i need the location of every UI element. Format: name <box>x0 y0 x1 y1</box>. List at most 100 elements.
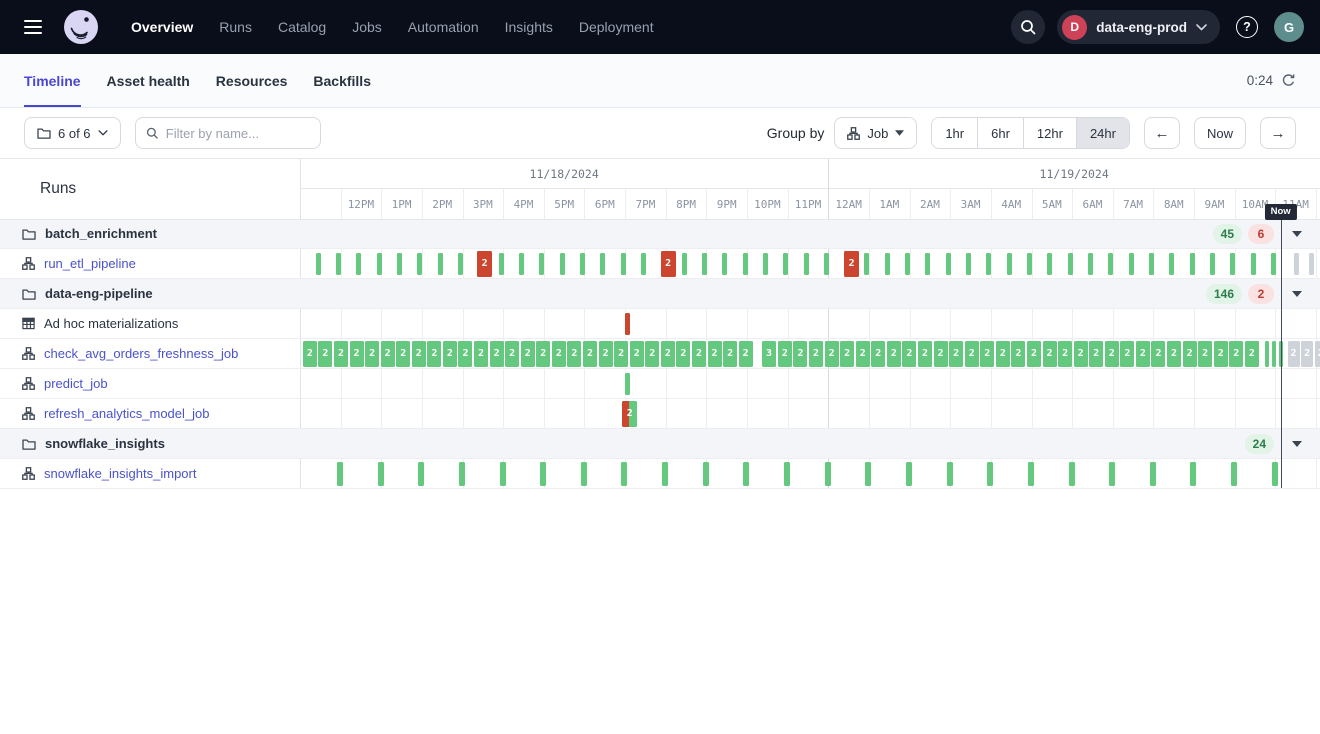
tab-backfills[interactable]: Backfills <box>313 54 371 107</box>
run-bar[interactable]: 2 <box>645 341 659 367</box>
run-bar[interactable] <box>621 253 626 275</box>
run-bar[interactable]: 2 <box>552 341 566 367</box>
run-bar[interactable] <box>1309 253 1314 275</box>
run-bar[interactable] <box>743 462 749 486</box>
run-bar[interactable]: 2 <box>661 251 676 277</box>
run-bar[interactable]: 2 <box>1315 341 1320 367</box>
run-bar[interactable] <box>1251 253 1256 275</box>
run-bar[interactable]: 2 <box>1151 341 1165 367</box>
run-bar[interactable]: 2 <box>474 341 488 367</box>
run-bar[interactable]: 2 <box>934 341 948 367</box>
run-bar[interactable] <box>417 253 422 275</box>
run-bar[interactable] <box>560 253 565 275</box>
run-bar[interactable] <box>1271 253 1276 275</box>
run-bar[interactable]: 2 <box>303 341 317 367</box>
run-bar[interactable] <box>905 253 910 275</box>
run-bar[interactable] <box>519 253 524 275</box>
run-bar[interactable] <box>1294 253 1299 275</box>
run-bar[interactable] <box>1129 253 1134 275</box>
run-bar[interactable]: 2 <box>1229 341 1243 367</box>
run-bar[interactable]: 2 <box>778 341 792 367</box>
run-bar[interactable]: 2 <box>1027 341 1041 367</box>
run-bar[interactable]: 2 <box>381 341 395 367</box>
run-bar[interactable] <box>946 253 951 275</box>
run-bar[interactable] <box>885 253 890 275</box>
run-bar[interactable]: 2 <box>965 341 979 367</box>
run-bar[interactable]: 2 <box>1183 341 1197 367</box>
previous-range-button[interactable]: ← <box>1144 117 1180 149</box>
run-bar[interactable]: 2 <box>949 341 963 367</box>
run-bar[interactable] <box>743 253 748 275</box>
run-bar[interactable] <box>641 253 646 275</box>
run-bar[interactable] <box>356 253 361 275</box>
run-bar[interactable]: 2 <box>980 341 994 367</box>
run-bar[interactable]: 2 <box>458 341 472 367</box>
run-bar[interactable] <box>458 253 463 275</box>
nav-item-deployment[interactable]: Deployment <box>568 13 665 41</box>
run-bar[interactable] <box>1169 253 1174 275</box>
run-bar[interactable] <box>825 462 831 486</box>
run-bar[interactable]: 2 <box>536 341 550 367</box>
refresh-button[interactable] <box>1281 73 1296 88</box>
run-bar[interactable] <box>1190 462 1196 486</box>
nav-item-automation[interactable]: Automation <box>397 13 490 41</box>
run-bar[interactable] <box>987 462 993 486</box>
run-bar[interactable]: 2 <box>1058 341 1072 367</box>
run-bar[interactable]: 2 <box>723 341 737 367</box>
run-bar[interactable] <box>1272 462 1278 486</box>
run-bar[interactable]: 2 <box>1043 341 1057 367</box>
run-bar[interactable]: 2 <box>825 341 839 367</box>
run-bar[interactable] <box>947 462 953 486</box>
menu-icon[interactable] <box>16 10 50 44</box>
run-bar[interactable] <box>625 373 630 395</box>
run-bar[interactable] <box>1210 253 1215 275</box>
run-bar[interactable] <box>804 253 809 275</box>
run-bar[interactable] <box>499 253 504 275</box>
filter-by-name-input[interactable] <box>166 126 310 141</box>
run-bar[interactable] <box>1047 253 1052 275</box>
run-bar[interactable] <box>1068 253 1073 275</box>
run-bar[interactable] <box>1108 253 1113 275</box>
run-bar[interactable]: 2 <box>1198 341 1212 367</box>
run-bar[interactable] <box>1230 253 1235 275</box>
dagster-logo-icon[interactable] <box>62 8 100 46</box>
run-bar[interactable]: 2 <box>412 341 426 367</box>
run-bar[interactable]: 2 <box>1074 341 1088 367</box>
run-bar[interactable] <box>539 253 544 275</box>
run-bar[interactable]: 3 <box>762 341 776 367</box>
run-bar[interactable]: 2 <box>630 341 644 367</box>
run-bar[interactable] <box>580 253 585 275</box>
run-bar[interactable]: 2 <box>1301 341 1313 367</box>
run-bar[interactable] <box>864 253 869 275</box>
help-button[interactable]: ? <box>1232 16 1262 38</box>
run-bar[interactable] <box>1109 462 1115 486</box>
run-bar[interactable] <box>600 253 605 275</box>
run-bar[interactable]: 2 <box>918 341 932 367</box>
nav-item-insights[interactable]: Insights <box>494 13 564 41</box>
run-bar[interactable]: 2 <box>1011 341 1025 367</box>
run-bar[interactable] <box>316 253 321 275</box>
nav-item-jobs[interactable]: Jobs <box>341 13 393 41</box>
run-bar[interactable]: 2 <box>1120 341 1134 367</box>
range-1hr-button[interactable]: 1hr <box>932 118 977 148</box>
run-bar[interactable] <box>1069 462 1075 486</box>
run-bar[interactable]: 2 <box>443 341 457 367</box>
run-bar[interactable]: 2 <box>1214 341 1228 367</box>
run-bar[interactable] <box>702 253 707 275</box>
run-bar[interactable] <box>1007 253 1012 275</box>
run-bar[interactable]: 2 <box>809 341 823 367</box>
run-bar[interactable] <box>1088 253 1093 275</box>
run-bar[interactable] <box>1265 341 1269 367</box>
run-bar[interactable] <box>1149 253 1154 275</box>
run-bar[interactable]: 2 <box>793 341 807 367</box>
run-bar[interactable] <box>1150 462 1156 486</box>
run-bar[interactable]: 2 <box>599 341 613 367</box>
run-bar[interactable] <box>1028 462 1034 486</box>
deployment-switcher[interactable]: D data-eng-prod <box>1057 10 1220 44</box>
run-bar[interactable]: 2 <box>318 341 332 367</box>
run-bar[interactable]: 2 <box>1136 341 1150 367</box>
run-bar[interactable]: 2 <box>567 341 581 367</box>
run-bar[interactable]: 2 <box>350 341 364 367</box>
run-bar[interactable] <box>966 253 971 275</box>
group-by-dropdown[interactable]: Job <box>834 117 917 149</box>
